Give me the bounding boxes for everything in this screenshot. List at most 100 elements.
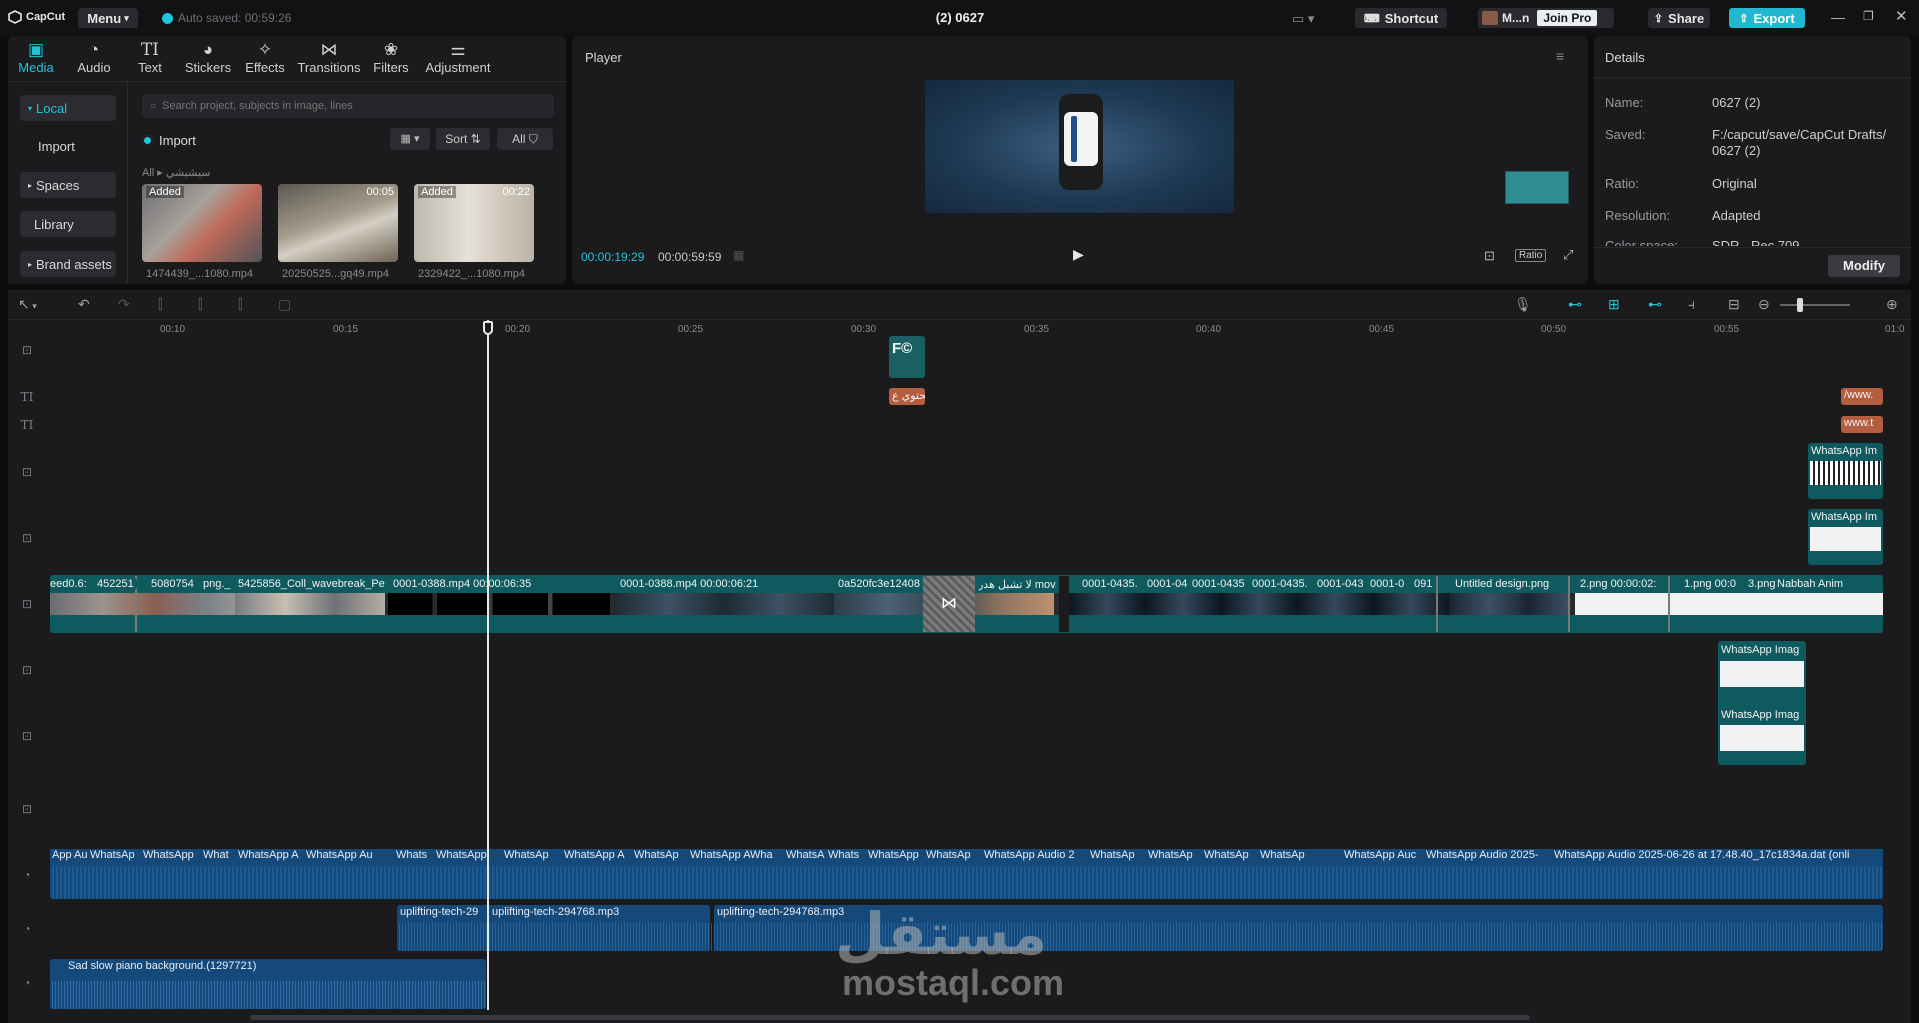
tab-transitions[interactable]: ⋈ Transitions <box>296 40 362 75</box>
select-tool-icon[interactable]: ↖ ▾ <box>18 296 37 313</box>
search-input[interactable] <box>162 100 543 112</box>
details-panel: Details Name: 0627 (2) Saved: F:/capcut/… <box>1594 36 1911 284</box>
text-lane-icon[interactable]: TI <box>18 390 36 404</box>
sidebar-item-import[interactable]: Import <box>20 133 116 159</box>
tab-adjustment[interactable]: ⚌ Adjustment <box>422 40 494 75</box>
split-icon[interactable]: ⫿ <box>158 296 162 313</box>
export-button[interactable]: ⇧ Export <box>1729 8 1805 28</box>
zoom-out-icon[interactable]: ⊖ <box>1758 296 1770 313</box>
overlay-lane-icon[interactable]: ⊡ <box>18 663 36 677</box>
overlay-lane-icon[interactable]: ⊡ <box>18 343 36 357</box>
audio-lane-icon[interactable]: ◔ <box>18 976 36 990</box>
overlay-lane-icon[interactable]: ⊡ <box>18 465 36 479</box>
stickers-icon: ◕ <box>202 40 214 59</box>
media-item[interactable]: 00:05 <box>278 184 398 262</box>
audio-lane-icon[interactable]: ◔ <box>18 922 36 936</box>
audio-clip[interactable]: Sad slow piano background.(1297721) <box>50 959 486 1009</box>
minimize-icon[interactable]: — <box>1831 9 1845 25</box>
close-icon[interactable]: ✕ <box>1895 7 1908 25</box>
media-search[interactable]: ○ <box>142 94 554 118</box>
transition-icon[interactable]: ⋈ <box>923 576 975 632</box>
player-menu-icon[interactable]: ≡ <box>1556 48 1564 64</box>
play-icon[interactable]: ▶ <box>1073 246 1084 263</box>
capcut-logo: CapCut <box>8 10 65 24</box>
watermark-latin: mostaql.com <box>842 962 1065 1003</box>
time-ruler[interactable] <box>50 320 1910 340</box>
thumbnail-icon[interactable]: ⊟ <box>1728 296 1740 313</box>
chevron-down-icon: ▾ <box>124 12 129 23</box>
modify-button[interactable]: Modify <box>1828 255 1900 277</box>
overlay-clip[interactable]: WhatsApp Imag WhatsApp Imag <box>1718 641 1806 765</box>
sidebar-item-local[interactable]: ▾ Local <box>20 95 116 121</box>
timeline-scrollbar[interactable] <box>250 1015 1530 1020</box>
adjustment-icon: ⚌ <box>450 40 466 59</box>
share-button[interactable]: ⇪ Share <box>1648 8 1710 28</box>
text-clip[interactable]: /www. <box>1841 388 1883 405</box>
zoom-slider-handle[interactable] <box>1797 298 1803 312</box>
playhead-handle[interactable] <box>483 321 493 335</box>
overlay-clip[interactable]: WhatsApp Im <box>1808 443 1883 499</box>
zoom-in-icon[interactable]: ⊕ <box>1886 296 1898 313</box>
redo-icon[interactable]: ↷ <box>118 296 130 313</box>
overlay-lane-icon[interactable]: ⊡ <box>18 802 36 816</box>
fullscreen-icon[interactable]: ⤢ <box>1563 247 1573 263</box>
join-pro-button[interactable]: Join Pro <box>1537 10 1598 26</box>
microphone-icon[interactable]: 🎙 <box>1514 296 1532 313</box>
tab-media[interactable]: ▣ Media <box>16 40 56 75</box>
layout-icon[interactable]: ▭ ▾ <box>1292 11 1314 27</box>
split-right-icon[interactable]: ⫿ <box>238 296 242 313</box>
undo-icon[interactable]: ↶ <box>78 296 90 313</box>
media-item[interactable]: Added <box>142 184 262 262</box>
playhead[interactable] <box>487 320 489 1010</box>
overlay-lane-icon[interactable]: ⊡ <box>18 729 36 743</box>
timeline-grid-icon[interactable]: ▦ <box>733 248 744 262</box>
tab-stickers[interactable]: ◕ Stickers <box>180 40 236 75</box>
account-button[interactable]: M...n Join Pro <box>1478 8 1614 28</box>
snapshot-icon[interactable]: ⊡ <box>1484 248 1495 264</box>
preview-axis-icon[interactable]: ⫞ <box>1688 296 1695 313</box>
overlay-clip[interactable]: WhatsApp Im <box>1808 509 1883 565</box>
clip-divider <box>1436 576 1438 632</box>
sticker-clip[interactable]: F© <box>889 336 925 378</box>
sort-button[interactable]: Sort ⇅ <box>436 128 490 150</box>
filter-button[interactable]: All ⛉ <box>497 128 553 150</box>
details-title: Details <box>1605 50 1645 65</box>
tab-filters[interactable]: ❀ Filters <box>370 40 412 75</box>
restore-icon[interactable]: ❐ <box>1863 9 1874 23</box>
zoom-slider[interactable] <box>1780 304 1850 306</box>
breadcrumb: All ▸ سيشيشي <box>142 167 211 179</box>
ratio-button[interactable]: Ratio <box>1515 249 1547 262</box>
video-preview[interactable] <box>925 80 1234 213</box>
timeline-toolbar <box>8 290 1911 320</box>
text-clip[interactable]: www.t <box>1841 416 1883 433</box>
breadcrumb-root[interactable]: All <box>142 167 154 179</box>
clip-label: 091 <box>1414 578 1436 590</box>
auto-snap-icon[interactable]: ⊞ <box>1608 296 1620 313</box>
main-lane-icon[interactable]: ⊡ <box>18 597 36 611</box>
audio-lane-icon[interactable]: ◔ <box>18 868 36 882</box>
media-item[interactable]: Added 00:22 <box>414 184 534 262</box>
import-button[interactable]: Import <box>142 129 196 151</box>
split-left-icon[interactable]: ⫿ <box>198 296 202 313</box>
menu-button[interactable]: Menu ▾ <box>78 8 138 28</box>
overlay-lane-icon[interactable]: ⊡ <box>18 531 36 545</box>
delete-icon[interactable]: ▢ <box>278 296 291 313</box>
sidebar-item-spaces[interactable]: ▸ Spaces <box>20 172 116 198</box>
sidebar-item-library[interactable]: Library <box>20 211 116 237</box>
view-toggle[interactable]: ▦ ▾ <box>390 128 430 150</box>
text-clip[interactable]: تحتوي ع <box>889 388 925 405</box>
breadcrumb-folder[interactable]: سيشيشي <box>166 167 211 179</box>
text-lane-icon[interactable]: TI <box>18 418 36 432</box>
tab-effects[interactable]: ✧ Effects <box>242 40 288 75</box>
shortcut-button[interactable]: ⌨ Shortcut <box>1355 8 1447 28</box>
main-track-magnet-icon[interactable]: ⊷ <box>1568 296 1582 313</box>
tab-text[interactable]: TI Text <box>132 40 168 75</box>
saved-check-icon <box>162 12 173 24</box>
clip-label: 0001-0435. <box>1252 578 1310 590</box>
clip-label: 0001-0 <box>1370 578 1410 590</box>
details-value: F:/capcut/save/CapCut Drafts/ 0627 (2) <box>1712 127 1887 158</box>
details-value: Original <box>1712 176 1757 191</box>
sidebar-item-brand-assets[interactable]: ▸ Brand assets <box>20 251 116 277</box>
linkage-icon[interactable]: ⊷ <box>1648 296 1662 313</box>
tab-audio[interactable]: ◔ Audio <box>70 40 118 75</box>
